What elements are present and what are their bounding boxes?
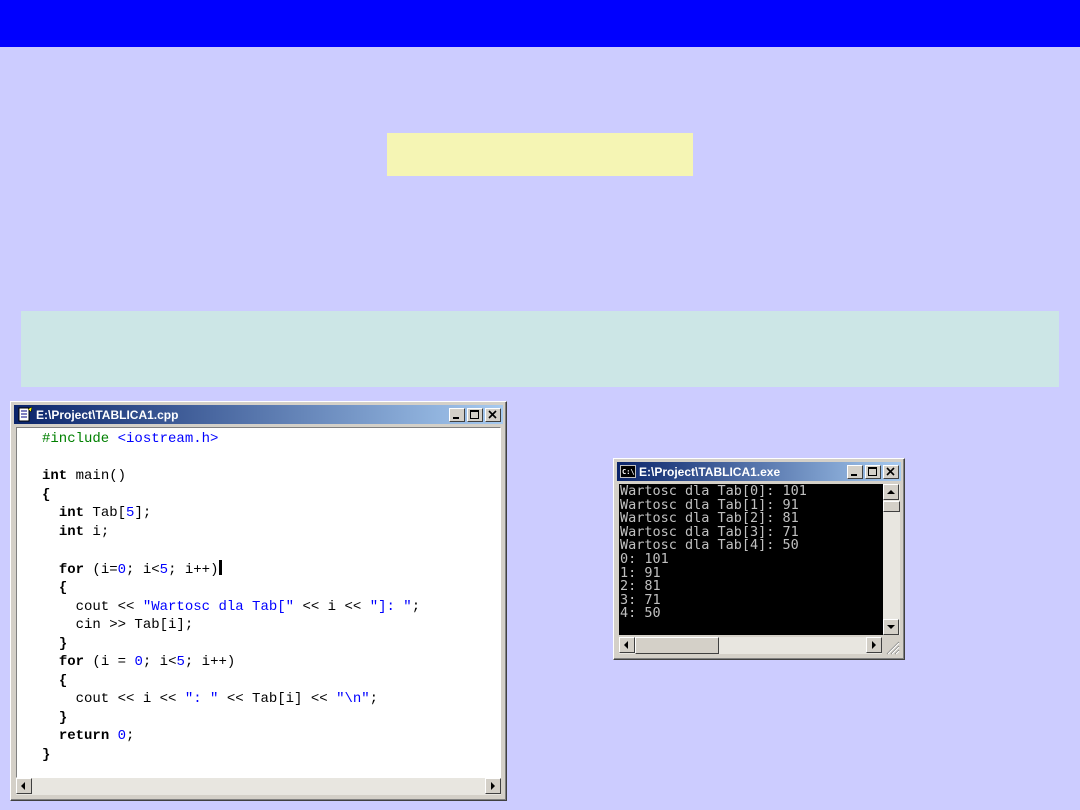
- document-icon: [18, 407, 33, 422]
- editor-window: E:\Project\TABLICA1.cpp #include <iostre…: [10, 401, 507, 801]
- vertical-scrollbar[interactable]: [883, 484, 900, 635]
- code-line: {: [58, 580, 68, 596]
- text-cursor: [219, 559, 223, 575]
- resize-grip-icon[interactable]: [886, 641, 900, 655]
- scroll-right-button[interactable]: [866, 637, 882, 653]
- console-titlebar[interactable]: C:\ E:\Project\TABLICA1.exe: [617, 462, 901, 481]
- minimize-button[interactable]: [847, 464, 863, 479]
- scroll-left-button[interactable]: [619, 637, 635, 653]
- console-title: E:\Project\TABLICA1.exe: [639, 464, 781, 479]
- code-line: }: [58, 635, 68, 652]
- code-editor[interactable]: #include <iostream.h> int main() { int T…: [16, 427, 501, 778]
- svg-text:C:\: C:\: [622, 468, 635, 476]
- code-line: int i;: [58, 523, 110, 540]
- code-line: return 0;: [58, 728, 135, 744]
- code-line: for (i=0; i<5; i++): [42, 559, 223, 578]
- console-text: Wartosc dla Tab[0]: 101 Wartosc dla Tab[…: [620, 484, 807, 622]
- code-line: }: [58, 709, 68, 726]
- header-bar: [0, 0, 1080, 47]
- maximize-button[interactable]: [865, 464, 881, 479]
- maximize-icon: [470, 409, 479, 419]
- code-line: int main(): [42, 468, 127, 484]
- horizontal-scrollbar[interactable]: [16, 778, 501, 795]
- highlight-box: [387, 133, 693, 176]
- maximize-icon: [868, 466, 877, 476]
- code-text: #include <iostream.h> int main() { int T…: [17, 428, 500, 764]
- scroll-left-button[interactable]: [16, 778, 32, 794]
- code-line: {: [42, 486, 51, 503]
- scroll-thumb[interactable]: [635, 637, 719, 654]
- code-line: int Tab[5];: [58, 505, 152, 521]
- code-line: cin >> Tab[i];: [42, 617, 194, 633]
- editor-title: E:\Project\TABLICA1.cpp: [36, 407, 179, 422]
- arrow-up-icon: [887, 490, 895, 494]
- code-line: for (i = 0; i<5; i++): [58, 654, 236, 670]
- scroll-right-button[interactable]: [485, 778, 501, 794]
- scroll-up-button[interactable]: [883, 484, 899, 500]
- scroll-thumb[interactable]: [883, 501, 900, 512]
- code-line: {: [58, 672, 68, 689]
- code-line: }: [42, 746, 51, 763]
- maximize-button[interactable]: [467, 407, 483, 422]
- close-icon: [488, 409, 497, 419]
- minimize-button[interactable]: [449, 407, 465, 422]
- code-line: cout << i << ": " << Tab[i] << "\n";: [42, 691, 379, 707]
- close-button[interactable]: [485, 407, 501, 422]
- console-output[interactable]: Wartosc dla Tab[0]: 101 Wartosc dla Tab[…: [619, 484, 883, 635]
- code-line: #include <iostream.h>: [42, 431, 219, 447]
- close-button[interactable]: [883, 464, 899, 479]
- console-icon: C:\: [620, 465, 636, 478]
- arrow-right-icon: [491, 782, 495, 790]
- arrow-down-icon: [887, 625, 895, 629]
- console-window: C:\ E:\Project\TABLICA1.exe Wartosc dla …: [613, 458, 905, 660]
- horizontal-scrollbar[interactable]: [619, 637, 882, 654]
- code-line: cout << "Wartosc dla Tab[" << i << "]: "…: [42, 598, 421, 615]
- arrow-right-icon: [872, 641, 876, 649]
- editor-titlebar[interactable]: E:\Project\TABLICA1.cpp: [14, 405, 503, 424]
- minimize-icon: [851, 473, 857, 476]
- minimize-icon: [453, 416, 459, 419]
- arrow-left-icon: [624, 641, 628, 649]
- scroll-down-button[interactable]: [883, 619, 899, 635]
- info-box: [21, 311, 1059, 387]
- arrow-left-icon: [21, 782, 25, 790]
- close-icon: [886, 466, 895, 476]
